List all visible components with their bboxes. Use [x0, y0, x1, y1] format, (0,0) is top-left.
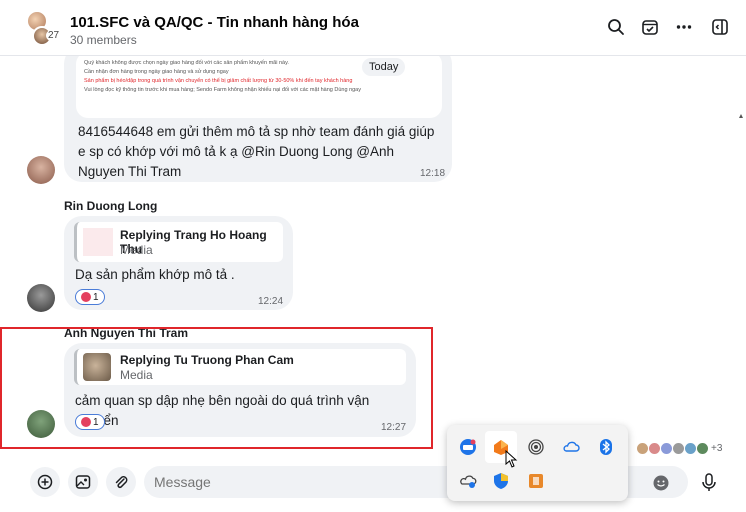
reply-thumbnail: [83, 228, 113, 256]
message-text: 8416544648 em gửi thêm mô tả sp nhờ team…: [78, 124, 435, 179]
message-bubble[interactable]: Replying Trang Ho Hoang Thu Media Dạ sản…: [64, 216, 293, 310]
message-time: 12:24: [258, 296, 284, 307]
composer: [0, 458, 746, 512]
group-avatar-count: 27: [46, 30, 62, 41]
today-badge: Today: [362, 58, 406, 76]
reaction-count: 1: [93, 291, 99, 303]
mouse-cursor-icon: [505, 450, 518, 468]
highlight-box: [0, 327, 433, 449]
network-cloud-icon[interactable]: [458, 471, 478, 491]
sender-name: Rin Duong Long: [64, 199, 158, 213]
system-tray-popup: [447, 425, 628, 501]
chat-title[interactable]: 101.SFC và QA/QC - Tin nhanh hàng hóa: [70, 14, 359, 31]
avatar[interactable]: [27, 284, 55, 312]
bluetooth-icon[interactable]: [596, 437, 616, 457]
sidebar-toggle-icon[interactable]: [709, 16, 731, 38]
emoji-icon[interactable]: [652, 474, 670, 492]
seen-avatar: [696, 442, 709, 455]
zalo-icon[interactable]: [458, 437, 478, 457]
add-icon[interactable]: [30, 467, 60, 497]
calendar-check-icon[interactable]: [639, 16, 661, 38]
scrollbar[interactable]: [738, 112, 744, 456]
group-avatar[interactable]: 27: [26, 10, 62, 46]
chat-header: 27 101.SFC và QA/QC - Tin nhanh hàng hóa…: [0, 0, 746, 56]
shared-image-preview[interactable]: Quý khách không được chọn ngày giao hàng…: [76, 56, 442, 118]
heart-icon: [81, 292, 91, 302]
attachment-icon[interactable]: [106, 467, 136, 497]
defender-icon[interactable]: [491, 471, 511, 491]
search-icon[interactable]: [605, 16, 627, 38]
message-time: 12:18: [420, 168, 446, 179]
preview-line: Quý khách không được chọn ngày giao hàng…: [84, 60, 289, 66]
preview-line: Vui lòng đọc kỹ thông tin trước khi mua …: [84, 87, 361, 93]
app-box-icon[interactable]: [526, 471, 546, 491]
reply-preview[interactable]: Replying Trang Ho Hoang Thu Media: [74, 222, 283, 262]
preview-line: Cần nhận đơn hàng trong ngày giao hàng v…: [84, 69, 229, 75]
onedrive-icon[interactable]: [561, 437, 581, 457]
member-count[interactable]: 30 members: [70, 33, 137, 47]
preview-line: Sản phẩm bị héo/dập trong quá trình vận …: [84, 78, 353, 84]
image-icon[interactable]: [68, 467, 98, 497]
avatar[interactable]: [27, 156, 55, 184]
more-icon[interactable]: [673, 16, 695, 38]
message-bubble[interactable]: Quý khách không được chọn ngày giao hàng…: [64, 56, 452, 182]
microphone-icon[interactable]: [700, 473, 718, 493]
message-text: Dạ sản phẩm khớp mô tả .: [75, 267, 235, 282]
seen-extra-count[interactable]: +3: [711, 443, 722, 454]
reply-subtitle: Media: [120, 243, 153, 257]
reaction-badge[interactable]: 1: [75, 289, 105, 305]
fingerprint-icon[interactable]: [526, 437, 546, 457]
